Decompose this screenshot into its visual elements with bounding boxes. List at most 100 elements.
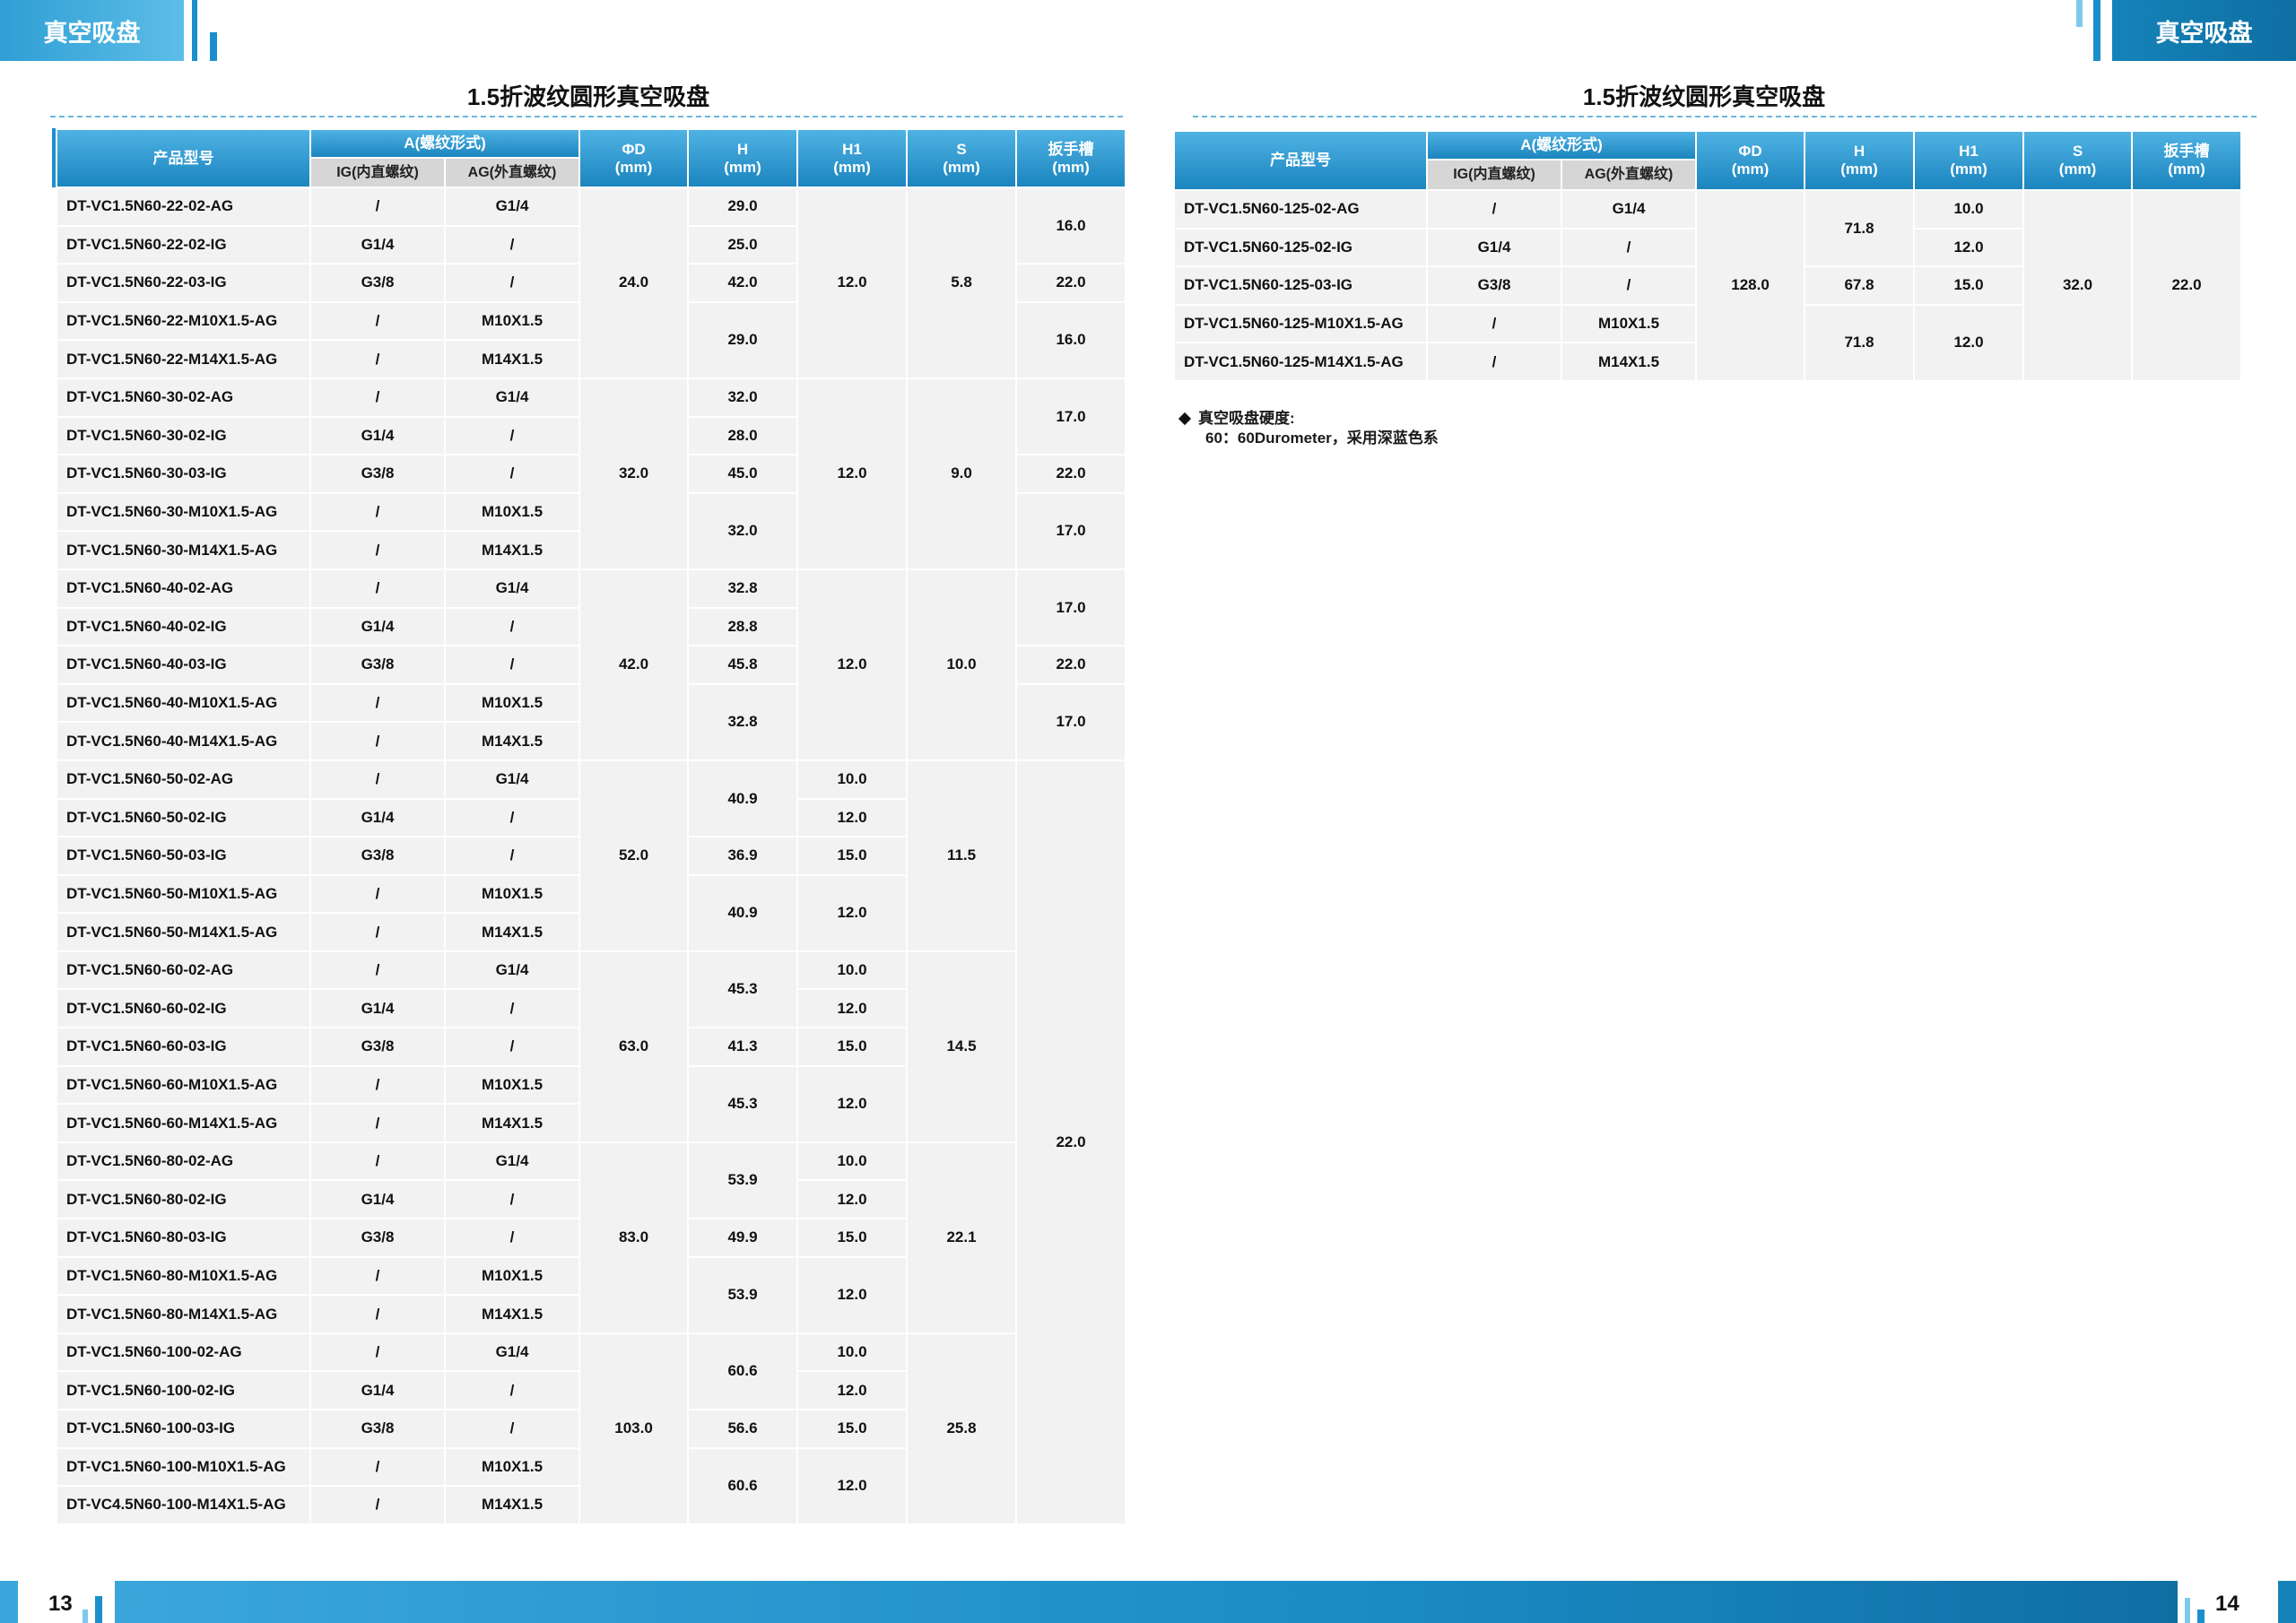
ag-cell: / [443, 263, 581, 303]
header-ig: IG(内直螺纹) [1426, 159, 1562, 191]
h1-cell: 10.0 [796, 1332, 909, 1373]
phid-cell: 32.0 [578, 377, 690, 570]
model-cell: DT-VC1.5N60-22-M14X1.5-AG [56, 339, 311, 379]
model-cell: DT-VC1.5N60-50-02-AG [56, 759, 311, 800]
phid-cell: 42.0 [578, 568, 690, 761]
h1-cell: 10.0 [796, 950, 909, 991]
ag-cell: G1/4 [443, 759, 581, 800]
ag-cell: G1/4 [443, 1332, 581, 1373]
model-cell: DT-VC1.5N60-100-M10X1.5-AG [56, 1446, 311, 1488]
ag-cell: M10X1.5 [443, 1446, 581, 1488]
ig-cell: / [309, 1064, 446, 1106]
h-cell: 32.0 [687, 377, 799, 418]
h-cell: 45.8 [687, 645, 799, 685]
s-cell: 10.0 [906, 568, 1018, 761]
ig-cell: / [309, 187, 446, 227]
ag-cell: M10X1.5 [443, 1255, 581, 1297]
model-cell: DT-VC1.5N60-30-02-IG [56, 415, 311, 456]
model-cell: DT-VC1.5N60-80-02-AG [56, 1141, 311, 1182]
ig-cell: G1/4 [309, 415, 446, 456]
note-text: 60：60Durometer，采用深蓝色系 [1205, 430, 1439, 447]
h1-cell: 12.0 [796, 187, 909, 379]
header-thread: A(螺纹形式) [1425, 130, 1698, 161]
wrench-cell: 16.0 [1015, 186, 1127, 265]
h-cell: 45.3 [687, 950, 799, 1029]
ag-cell: G1/4 [443, 950, 581, 991]
ig-cell: / [309, 1332, 446, 1373]
model-cell: DT-VC1.5N60-30-M10X1.5-AG [56, 491, 311, 533]
model-cell: DT-VC1.5N60-60-M10X1.5-AG [56, 1064, 311, 1106]
h1-cell: 12.0 [796, 797, 909, 838]
h-cell: 45.0 [687, 454, 799, 494]
ig-cell: G1/4 [309, 224, 446, 265]
footer-bar [115, 1581, 2178, 1623]
h-cell: 49.9 [687, 1218, 799, 1258]
h-cell: 28.0 [687, 415, 799, 456]
ag-cell: M14X1.5 [443, 530, 581, 570]
header-ig: IG(内直螺纹) [309, 157, 446, 188]
table-row: DT-VC1.5N60-80-02-AG / G1/4 83.0 53.9 10.0 22.… [56, 1141, 1126, 1334]
header-thread: A(螺纹形式) [309, 128, 581, 159]
ag-cell: G1/4 [443, 568, 581, 609]
ag-cell: M10X1.5 [443, 873, 581, 915]
h1-cell: 15.0 [796, 1409, 909, 1449]
ig-cell: / [309, 759, 446, 800]
footer-deco-bar [95, 1596, 102, 1623]
ig-cell: G1/4 [309, 988, 446, 1029]
wrench-cell: 22.0 [1015, 645, 1127, 685]
ag-cell: G1/4 [1560, 189, 1698, 230]
h1-cell: 12.0 [796, 1064, 909, 1143]
header-deco-bar [192, 0, 197, 61]
s-cell: 32.0 [2022, 189, 2134, 382]
ig-cell: / [309, 1485, 446, 1525]
h1-cell: 12.0 [796, 1446, 909, 1525]
model-cell: DT-VC1.5N60-22-M10X1.5-AG [56, 300, 311, 342]
h1-cell: 12.0 [796, 873, 909, 952]
ig-cell: / [309, 721, 446, 761]
footer-deco-bar [83, 1610, 88, 1623]
ag-cell: G1/4 [443, 1141, 581, 1182]
model-cell: DT-VC1.5N60-50-03-IG [56, 836, 311, 876]
model-cell: DT-VC1.5N60-50-02-IG [56, 797, 311, 838]
ig-cell: / [309, 1103, 446, 1143]
header-model: 产品型号 [1173, 130, 1428, 191]
ig-cell: / [309, 1255, 446, 1297]
h-cell: 29.0 [687, 300, 799, 379]
wrench-cell: 16.0 [1015, 300, 1127, 379]
h-cell: 32.8 [687, 568, 799, 609]
h1-cell: 12.0 [1913, 227, 2025, 268]
ag-cell: / [443, 224, 581, 265]
footer-deco-bar [2185, 1598, 2190, 1623]
header-ag: AG(外直螺纹) [443, 157, 581, 188]
header-model: 产品型号 [56, 128, 311, 188]
model-cell: DT-VC1.5N60-125-02-AG [1173, 189, 1428, 230]
h1-cell: 12.0 [796, 1179, 909, 1220]
ig-cell: G3/8 [309, 1218, 446, 1258]
hardness-note: 真空吸盘硬度: 60：60Durometer，采用深蓝色系 [1178, 409, 1439, 448]
wrench-cell: 17.0 [1015, 377, 1127, 456]
h-cell: 67.8 [1804, 265, 1916, 306]
h1-cell: 15.0 [796, 1027, 909, 1067]
model-cell: DT-VC1.5N60-50-M10X1.5-AG [56, 873, 311, 915]
header-deco-bar [2093, 0, 2100, 61]
model-cell: DT-VC1.5N60-40-03-IG [56, 645, 311, 685]
h-cell: 41.3 [687, 1027, 799, 1067]
h-cell: 40.9 [687, 759, 799, 838]
h1-cell: 12.0 [796, 568, 909, 761]
ig-cell: G1/4 [1426, 227, 1562, 268]
ig-cell: / [309, 950, 446, 991]
phid-cell: 103.0 [578, 1332, 690, 1525]
header-title-left: 真空吸盘 [0, 0, 184, 61]
h1-cell: 12.0 [1913, 303, 2025, 382]
table-row: DT-VC1.5N60-40-02-AG / G1/4 42.0 32.8 12.0 10.… [56, 568, 1127, 761]
s-cell: 9.0 [906, 377, 1018, 570]
h1-cell: 15.0 [796, 1218, 909, 1258]
ag-cell: M14X1.5 [443, 1485, 581, 1525]
ig-cell: / [309, 300, 446, 342]
h-cell: 29.0 [687, 187, 799, 227]
ag-cell: G1/4 [443, 187, 581, 227]
ig-cell: / [309, 1446, 446, 1488]
header-deco-bar [2076, 0, 2083, 27]
ag-cell: / [443, 606, 581, 647]
model-cell: DT-VC1.5N60-125-M14X1.5-AG [1173, 342, 1428, 382]
